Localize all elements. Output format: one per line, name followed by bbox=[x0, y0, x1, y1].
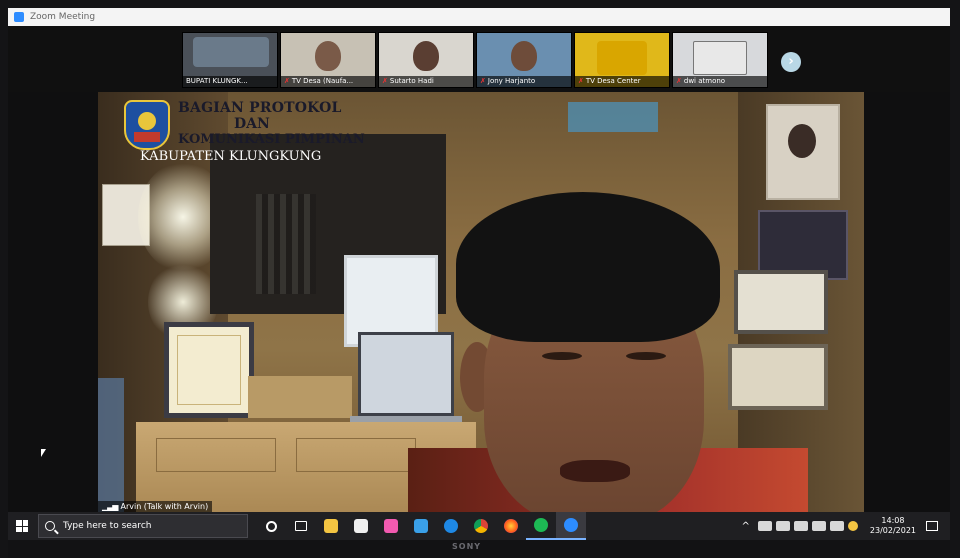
cortana-button[interactable] bbox=[256, 512, 286, 540]
chevron-right-icon: › bbox=[788, 54, 794, 69]
mail-icon bbox=[414, 519, 428, 533]
wechat-icon[interactable] bbox=[775, 521, 790, 531]
participant-name: Sutarto Hadi bbox=[389, 77, 434, 85]
participant-name: dwi atmono bbox=[683, 77, 726, 85]
video-thumbnail bbox=[315, 41, 341, 71]
mouse-cursor-icon bbox=[41, 449, 46, 457]
video-thumbnail bbox=[597, 41, 647, 75]
participant-name: TV Desa (Naufa... bbox=[291, 77, 354, 85]
participant-tile[interactable]: ✗ dwi atmono bbox=[672, 32, 768, 88]
participant-tile[interactable]: ✗ Sutarto Hadi bbox=[378, 32, 474, 88]
windows-taskbar: Type here to search ^ 14:08 23/02/2021 bbox=[8, 512, 950, 540]
monitor: Zoom Meeting BUPATI KLUNGK... ✗ TV Desa (… bbox=[0, 0, 960, 558]
mic-muted-icon: ✗ bbox=[578, 77, 584, 85]
signal-bars-icon: ▁▃▅ bbox=[102, 502, 119, 511]
volume-icon[interactable] bbox=[829, 521, 844, 531]
chevron-up-icon[interactable]: ^ bbox=[742, 521, 750, 532]
overlay-line-4: KABUPATEN KLUNGKUNG bbox=[140, 149, 322, 164]
spotify-icon bbox=[534, 518, 548, 532]
next-participants-button[interactable]: › bbox=[781, 52, 801, 72]
participant-name: BUPATI KLUNGK... bbox=[186, 77, 248, 85]
window-title: Zoom Meeting bbox=[30, 12, 96, 22]
brand-logo: SONY bbox=[452, 542, 482, 551]
edge-icon bbox=[444, 519, 458, 533]
zoom-button[interactable] bbox=[556, 512, 586, 540]
video-thumbnail bbox=[413, 41, 439, 71]
weather-icon[interactable] bbox=[847, 521, 858, 531]
notifications-icon[interactable] bbox=[926, 521, 938, 531]
mic-muted-icon: ✗ bbox=[382, 77, 388, 85]
speaker bbox=[450, 192, 722, 520]
title-bar: Zoom Meeting bbox=[8, 8, 950, 26]
search-placeholder: Type here to search bbox=[63, 521, 152, 531]
video-thumbnail bbox=[193, 37, 269, 67]
firefox-icon bbox=[504, 519, 518, 533]
chrome-button[interactable] bbox=[466, 512, 496, 540]
cortana-icon bbox=[265, 520, 277, 532]
speaker-name: Arvin (Talk with Arvin) bbox=[120, 502, 209, 511]
organization-overlay: BAGIAN PROTOKOL DAN KOMUNIKASI PIMPINAN … bbox=[140, 100, 378, 166]
mic-muted-icon: ✗ bbox=[284, 77, 290, 85]
mail-button[interactable] bbox=[406, 512, 436, 540]
mic-muted-icon: ✗ bbox=[480, 77, 486, 85]
participant-name: TV Desa Center bbox=[585, 77, 641, 85]
chrome-icon bbox=[474, 519, 488, 533]
clock-date: 23/02/2021 bbox=[869, 526, 916, 535]
taskbar-search-box[interactable]: Type here to search bbox=[38, 514, 248, 538]
firefox-button[interactable] bbox=[496, 512, 526, 540]
participant-tile[interactable]: BUPATI KLUNGK... bbox=[182, 32, 278, 88]
participant-strip: BUPATI KLUNGK... ✗ TV Desa (Naufa... ✗ Sut… bbox=[8, 26, 950, 92]
clock-time: 14:08 bbox=[881, 516, 905, 525]
folder-icon bbox=[324, 519, 338, 533]
spotify-button[interactable] bbox=[526, 512, 556, 540]
overlay-line-1: BAGIAN PROTOKOL bbox=[178, 100, 342, 116]
participant-tile[interactable]: ✗ TV Desa (Naufa... bbox=[280, 32, 376, 88]
photos-icon bbox=[384, 519, 398, 533]
windows-logo-icon bbox=[16, 520, 28, 532]
display-icon[interactable] bbox=[811, 521, 826, 531]
task-view-button[interactable] bbox=[286, 512, 316, 540]
file-explorer-button[interactable] bbox=[316, 512, 346, 540]
network-icon[interactable] bbox=[793, 521, 808, 531]
participant-tile[interactable]: ✗ Jony Harjanto bbox=[476, 32, 572, 88]
zoom-icon bbox=[564, 518, 578, 532]
video-thumbnail bbox=[693, 41, 747, 75]
video-thumbnail bbox=[511, 41, 537, 71]
start-button[interactable] bbox=[8, 512, 36, 540]
photos-button[interactable] bbox=[376, 512, 406, 540]
search-icon bbox=[45, 521, 55, 531]
system-clock[interactable]: 14:08 23/02/2021 bbox=[870, 516, 916, 536]
bluetooth-icon[interactable] bbox=[757, 521, 772, 531]
mic-muted-icon: ✗ bbox=[676, 77, 682, 85]
task-view-icon bbox=[295, 521, 307, 531]
active-speaker-video: BAGIAN PROTOKOL DAN KOMUNIKASI PIMPINAN … bbox=[98, 92, 864, 520]
participant-tile[interactable]: ✗ TV Desa Center bbox=[574, 32, 670, 88]
participant-name: Jony Harjanto bbox=[487, 77, 536, 85]
screen: Zoom Meeting BUPATI KLUNGK... ✗ TV Desa (… bbox=[8, 8, 950, 540]
store-button[interactable] bbox=[346, 512, 376, 540]
overlay-line-2: DAN bbox=[234, 116, 270, 132]
taskbar-apps bbox=[256, 512, 586, 540]
store-bag-icon bbox=[354, 519, 368, 533]
overlay-line-3: KOMUNIKASI PIMPINAN bbox=[178, 132, 365, 147]
klungkung-emblem-icon bbox=[124, 100, 170, 150]
system-tray: ^ 14:08 23/02/2021 bbox=[742, 512, 951, 540]
edge-button[interactable] bbox=[436, 512, 466, 540]
zoom-app-icon bbox=[14, 12, 24, 22]
